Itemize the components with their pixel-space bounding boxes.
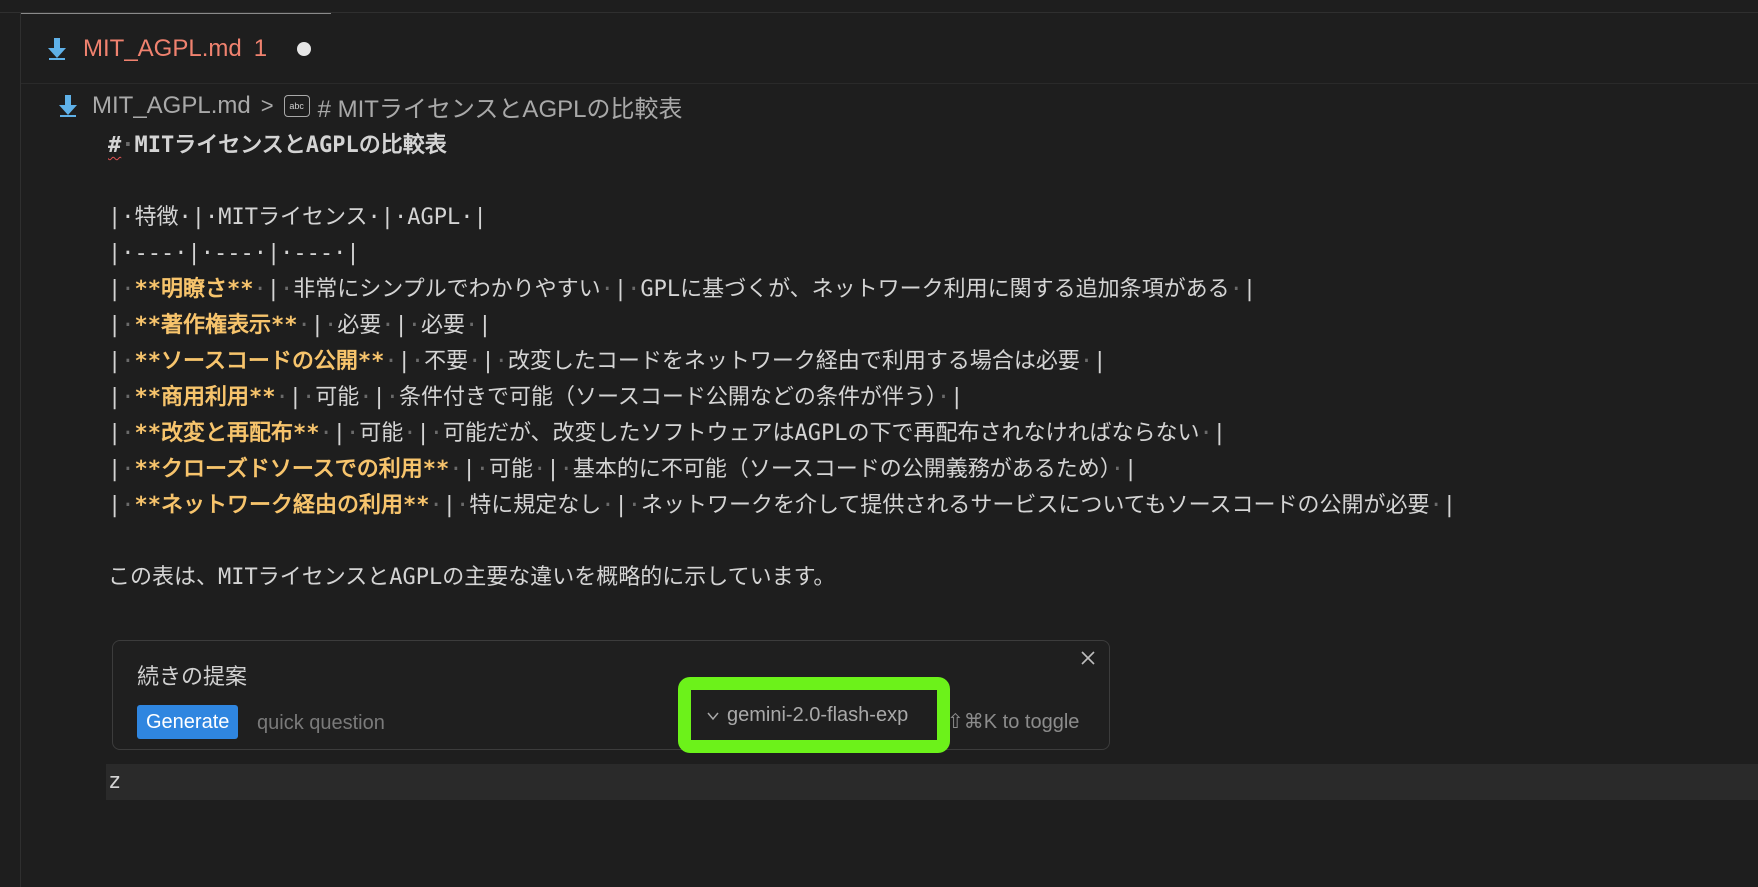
row-feature: **改変と再配布** <box>134 421 320 446</box>
abc-symbol-icon: abc <box>283 95 310 117</box>
breadcrumb-file[interactable]: MIT_AGPL.md <box>92 92 251 120</box>
row-agpl: 必要 <box>421 313 466 338</box>
heading-hash: # <box>108 133 122 158</box>
table-row: |·**改変と再配布**·|·可能·|·可能だが、改変したソフトウェアはAGPL… <box>108 421 1227 446</box>
row-agpl: 改変したコードをネットワーク経由で利用する場合は必要 <box>507 349 1080 374</box>
breadcrumb-symbol[interactable]: # MITライセンスとAGPLの比較表 <box>318 89 683 124</box>
tab-mit-agpl[interactable]: MIT_AGPL.md 1 <box>21 13 331 83</box>
tab-problem-count: 1 <box>253 34 268 62</box>
table-row: |·**明瞭さ**·|·非常にシンプルでわかりやすい·|·GPLに基づくが、ネッ… <box>108 277 1257 302</box>
row-agpl: ネットワークを介して提供されるサービスについてもソースコードの公開が必要 <box>641 493 1430 518</box>
row-mit: 可能 <box>489 457 534 482</box>
row-feature: **ネットワーク経由の利用** <box>134 493 430 518</box>
table-row: |·**ソースコードの公開**·|·不要·|·改変したコードをネットワーク経由で… <box>108 349 1107 374</box>
tab-filename: MIT_AGPL.md <box>83 34 242 62</box>
row-feature: **ソースコードの公開** <box>134 349 385 374</box>
row-mit: 可能 <box>315 385 360 410</box>
window-left-border <box>20 12 21 887</box>
summary-line: この表は、MITライセンスとAGPLの主要な違いを概略的に示しています。 <box>108 565 836 590</box>
row-mit: 不要 <box>424 349 469 374</box>
row-mit: 可能 <box>359 421 404 446</box>
breadcrumb: MIT_AGPL.md > abc # MITライセンスとAGPLの比較表 <box>58 88 682 124</box>
toggle-hint: ⇧⌘K to toggle <box>947 711 1080 733</box>
continuation-suggest-panel: 続きの提案 Generate gemini-2.0-flash-exp ⇧⌘K … <box>112 640 1110 753</box>
table-separator-line: |·---·|·---·|·---·| <box>108 241 360 266</box>
download-arrow-icon <box>47 37 67 61</box>
close-icon[interactable] <box>1075 645 1101 671</box>
row-agpl: 条件付きで可能（ソースコード公開などの条件が伴う） <box>399 385 937 410</box>
row-mit: 非常にシンプルでわかりやすい <box>293 277 601 302</box>
generate-button[interactable]: Generate <box>137 705 239 739</box>
row-mit: 特に規定なし <box>469 493 602 518</box>
row-feature: **明瞭さ** <box>134 277 254 302</box>
unsaved-dot-icon[interactable] <box>297 41 312 56</box>
tab-bar: MIT_AGPL.md 1 <box>21 13 1758 84</box>
editor-text-area[interactable]: #·MITライセンスとAGPLの比較表 |·特徴·|·MITライセンス·|·AG… <box>108 128 1456 596</box>
quick-question-input[interactable] <box>255 705 629 741</box>
row-mit: 必要 <box>337 313 382 338</box>
table-row: |·**商用利用**·|·可能·|·条件付きで可能（ソースコード公開などの条件が… <box>108 385 964 410</box>
row-feature: **クローズドソースでの利用** <box>134 457 450 482</box>
table-row: |·**ネットワーク経由の利用**·|·特に規定なし·|·ネットワークを介して提… <box>108 493 1456 518</box>
download-arrow-icon <box>58 94 78 118</box>
table-row: |·**クローズドソースでの利用**·|·可能·|·基本的に不可能（ソースコード… <box>108 457 1138 482</box>
table-header-line: |·特徴·|·MITライセンス·|·AGPL·| <box>108 205 487 230</box>
model-selector[interactable]: gemini-2.0-flash-exp <box>678 677 950 753</box>
heading-line: #·MITライセンスとAGPLの比較表 <box>108 133 447 158</box>
row-feature: **著作権表示** <box>134 313 298 338</box>
row-agpl: 基本的に不可能（ソースコードの公開義務があるため） <box>572 457 1111 482</box>
editor-window: MIT_AGPL.md 1 MIT_AGPL.md > abc # MITライセ… <box>0 0 1758 887</box>
chevron-down-icon <box>707 706 719 725</box>
row-agpl: 可能だが、改変したソフトウェアはAGPLの下で再配布されなければならない <box>443 421 1200 446</box>
table-rows: |·**明瞭さ**·|·非常にシンプルでわかりやすい·|·GPLに基づくが、ネッ… <box>108 272 1456 524</box>
panel-title: 続きの提案 <box>137 664 248 689</box>
current-line-highlight <box>106 764 1758 800</box>
heading-text: MITライセンスとAGPLの比較表 <box>134 133 447 158</box>
table-row: |·**著作権表示**·|·必要·|·必要·| <box>108 313 492 338</box>
current-line-text[interactable]: z <box>108 764 121 800</box>
row-agpl: GPLに基づくが、ネットワーク利用に関する追加条項がある <box>640 277 1230 302</box>
model-name: gemini-2.0-flash-exp <box>727 703 909 726</box>
breadcrumb-separator: > <box>260 93 274 118</box>
row-feature: **商用利用** <box>134 385 276 410</box>
